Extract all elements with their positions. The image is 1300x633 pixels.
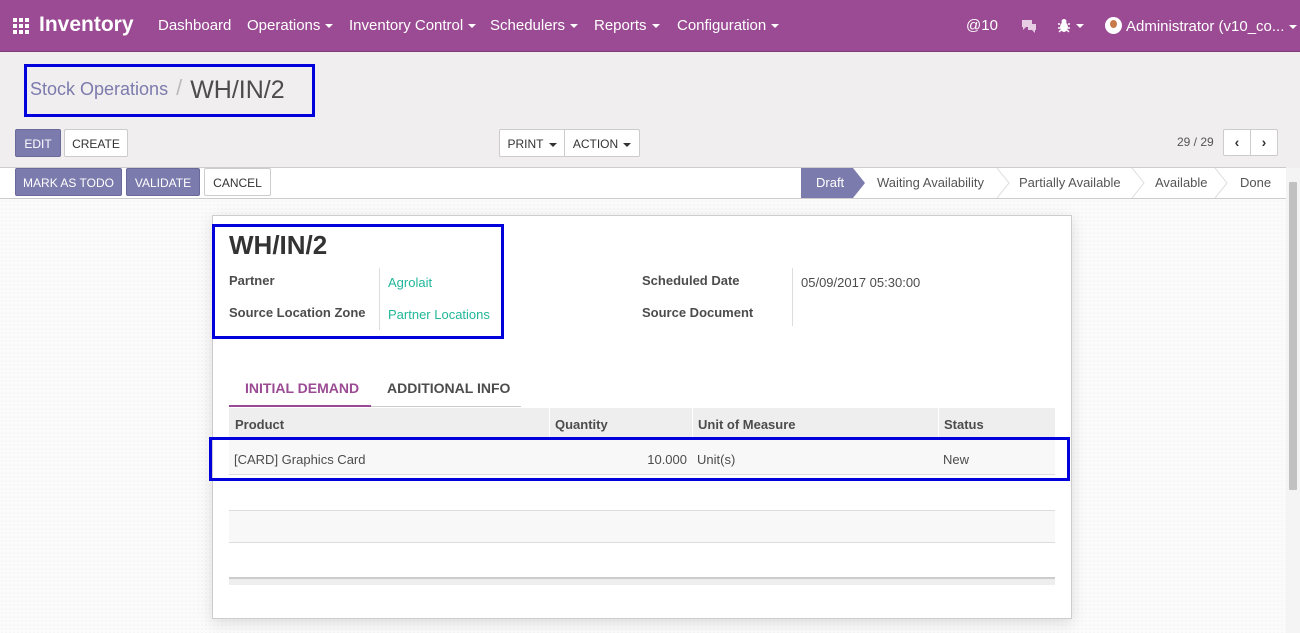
table-row-empty (229, 510, 1055, 543)
action-dropdown[interactable]: ACTION (564, 129, 640, 157)
chevron-down-icon (548, 142, 557, 147)
apps-grid-icon[interactable] (13, 18, 31, 34)
pager-next-button[interactable]: › (1250, 129, 1278, 156)
menu-inventory-control[interactable]: Inventory Control (349, 17, 477, 34)
cancel-button[interactable]: CANCEL (204, 168, 271, 196)
column-status[interactable]: Status (944, 417, 984, 432)
stage-waiting-availability[interactable]: Waiting Availability (877, 168, 984, 198)
scheduled-date-value: 05/09/2017 05:30:00 (801, 275, 921, 290)
user-menu[interactable]: Administrator (v10_co... (1105, 17, 1298, 35)
stage-done[interactable]: Done (1240, 168, 1271, 198)
highlight-box-header-fields (212, 224, 504, 339)
stage-partially-available[interactable]: Partially Available (1019, 168, 1121, 198)
column-product[interactable]: Product (235, 417, 284, 432)
chevron-down-icon (1289, 25, 1298, 30)
menu-dashboard-label: Dashboard (158, 17, 232, 34)
stage-available[interactable]: Available (1155, 168, 1208, 198)
chevron-down-icon (468, 24, 477, 29)
mentions-counter[interactable]: @10 (966, 17, 998, 34)
menu-inventory-control-label: Inventory Control (349, 17, 464, 34)
column-quantity[interactable]: Quantity (555, 417, 608, 432)
menu-operations-label: Operations (247, 17, 321, 34)
chevron-right-icon: › (1261, 134, 1267, 150)
menu-configuration-label: Configuration (677, 17, 767, 34)
chat-icon[interactable] (1020, 18, 1038, 38)
print-dropdown[interactable]: PRINT (499, 129, 565, 157)
highlight-box-breadcrumb (24, 64, 315, 117)
chevron-left-icon: ‹ (1234, 134, 1240, 150)
tab-initial-demand[interactable]: INITIAL DEMAND (245, 380, 359, 396)
source-document-label: Source Document (642, 305, 754, 320)
menu-reports[interactable]: Reports (594, 17, 660, 34)
highlight-box-table-row (209, 437, 1070, 481)
chevron-down-icon (651, 24, 660, 29)
menu-configuration[interactable]: Configuration (677, 17, 780, 34)
stage-draft: Draft (816, 175, 845, 190)
menu-reports-label: Reports (594, 17, 647, 34)
stage-divider (1214, 168, 1228, 198)
field-divider (792, 268, 793, 326)
edit-button[interactable]: EDIT (15, 129, 61, 157)
menu-schedulers-label: Schedulers (490, 17, 566, 34)
stage-divider (996, 168, 1010, 198)
chevron-down-icon[interactable] (1076, 24, 1084, 28)
chevron-down-icon (623, 142, 632, 147)
scrollbar-thumb[interactable] (1289, 182, 1297, 490)
column-divider (938, 408, 939, 438)
column-divider (549, 408, 550, 438)
table-footer (229, 577, 1055, 585)
debug-bug-icon[interactable] (1057, 18, 1071, 37)
tab-additional-info[interactable]: ADDITIONAL INFO (387, 380, 510, 396)
column-unit-of-measure[interactable]: Unit of Measure (698, 417, 796, 432)
chevron-down-icon (771, 24, 780, 29)
active-tab-indicator (229, 405, 371, 407)
mark-as-todo-button[interactable]: MARK AS TODO (15, 168, 122, 196)
stage-divider (1131, 168, 1145, 198)
app-title[interactable]: Inventory (39, 13, 134, 37)
user-name: Administrator (v10_co... (1126, 18, 1285, 35)
print-label: PRINT (507, 137, 544, 151)
pager-previous-button[interactable]: ‹ (1223, 129, 1251, 156)
menu-operations[interactable]: Operations (247, 17, 334, 34)
scheduled-date-label: Scheduled Date (642, 273, 740, 288)
create-button[interactable]: CREATE (64, 129, 128, 157)
action-label: ACTION (572, 137, 619, 151)
table-header (229, 408, 1055, 438)
avatar (1105, 17, 1122, 34)
menu-dashboard[interactable]: Dashboard (158, 17, 231, 34)
column-divider (692, 408, 693, 438)
validate-button[interactable]: VALIDATE (126, 168, 200, 196)
top-navbar: Inventory Dashboard Operations Inventory… (0, 0, 1300, 52)
pager-value[interactable]: 29 / 29 (1177, 135, 1214, 149)
menu-schedulers[interactable]: Schedulers (490, 17, 579, 34)
chevron-down-icon (325, 24, 334, 29)
chevron-down-icon (570, 24, 579, 29)
